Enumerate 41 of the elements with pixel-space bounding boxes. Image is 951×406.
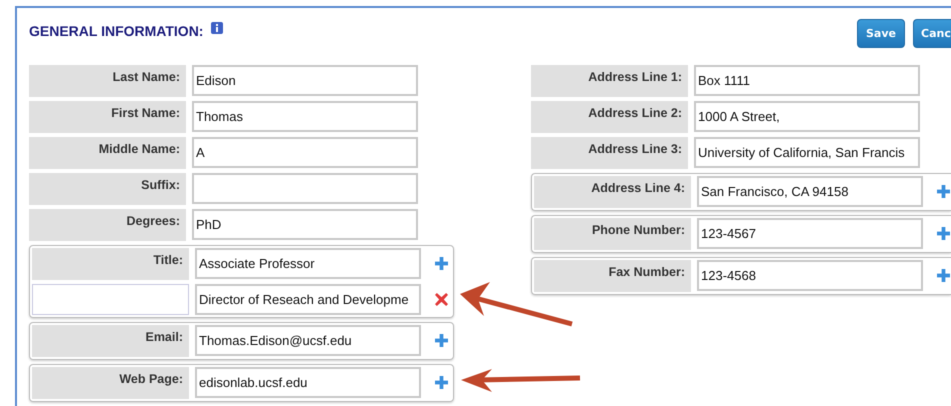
field-label: Email: [32, 325, 189, 357]
field-label: Address Line 1: [531, 65, 688, 97]
field-label: First Name: [29, 101, 186, 133]
info-icon[interactable] [211, 22, 224, 34]
plus-icon[interactable] [937, 185, 950, 198]
text-field[interactable] [192, 173, 418, 204]
plus-icon[interactable] [937, 227, 950, 240]
text-field[interactable]: Thomas [192, 101, 418, 132]
text-field[interactable]: A [192, 137, 418, 168]
plus-icon[interactable] [435, 334, 448, 347]
text-field[interactable]: San Francisco, CA 94158 [697, 176, 923, 207]
text-field[interactable]: Thomas.Edison@ucsf.edu [195, 325, 421, 356]
save-button[interactable]: Save [857, 18, 905, 48]
text-field[interactable]: Associate Professor [195, 248, 421, 279]
field-label: Address Line 2: [531, 101, 688, 133]
field-label: Middle Name: [29, 137, 186, 169]
field-label: Suffix: [29, 173, 186, 205]
field-label: Degrees: [29, 209, 186, 241]
text-field[interactable]: University of California, San Francis [694, 137, 920, 168]
field-label: Address Line 4: [534, 176, 691, 208]
text-field[interactable]: Box 1111 [694, 65, 920, 96]
text-field[interactable]: Edison [192, 65, 418, 96]
field-label: Web Page: [32, 367, 189, 399]
plus-icon[interactable] [435, 257, 448, 270]
text-field[interactable]: 123-4568 [697, 260, 923, 291]
field-label: Title: [32, 248, 189, 280]
field-label: Fax Number: [534, 260, 691, 292]
text-field[interactable]: PhD [192, 209, 418, 240]
close-icon[interactable] [435, 293, 448, 306]
field-label: Phone Number: [534, 218, 691, 250]
cancel-button[interactable]: Canc [913, 18, 951, 48]
plus-icon[interactable] [435, 376, 448, 389]
text-field[interactable] [32, 284, 189, 315]
text-field[interactable]: 123-4567 [697, 218, 923, 249]
text-field[interactable]: 1000 A Street, [694, 101, 920, 132]
plus-icon[interactable] [937, 269, 950, 282]
section-title: GENERAL INFORMATION: [29, 23, 204, 39]
field-label: Address Line 3: [531, 137, 688, 169]
text-field[interactable]: Director of Reseach and Developme [195, 284, 421, 315]
field-label: Last Name: [29, 65, 186, 97]
text-field[interactable]: edisonlab.ucsf.edu [195, 367, 421, 398]
